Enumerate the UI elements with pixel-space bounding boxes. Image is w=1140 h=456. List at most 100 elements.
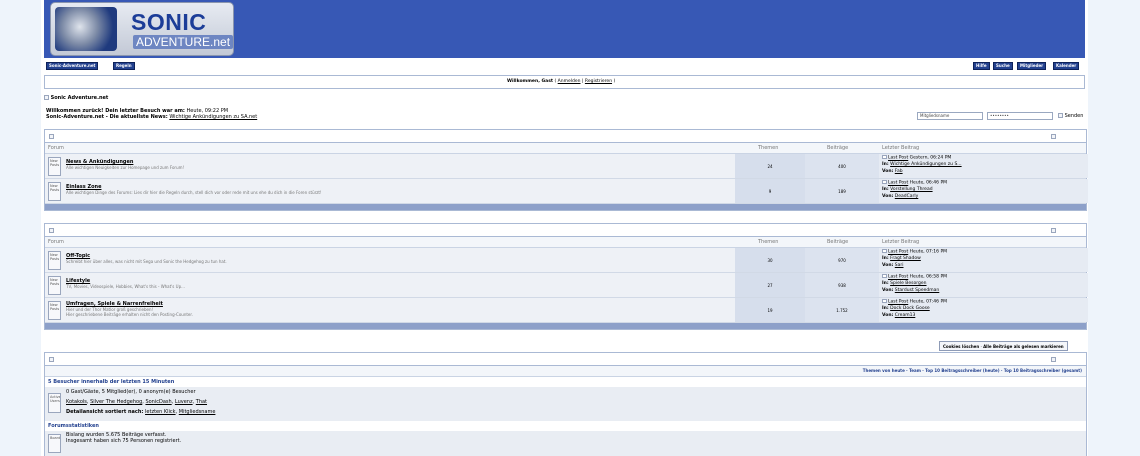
detail-view: Detailansicht sortiert nach: letzten Kli…	[66, 409, 216, 415]
new-posts-icon: New Posts	[48, 301, 61, 320]
online-user-link[interactable]: Kotakols	[66, 399, 87, 405]
board-stats-title-bar: Forumsstatistiken	[45, 421, 1086, 431]
post-count-cell: 938	[805, 273, 879, 297]
news-link[interactable]: Wichtige Ankündigungen zu SA.net	[169, 114, 257, 120]
forum-row: New Posts Off-Topic Schreibt hier über a…	[45, 248, 1088, 273]
last-post-user-link[interactable]: Stardust Speedman	[895, 288, 940, 293]
by-label: Von:	[882, 194, 894, 199]
new-posts-icon: New Posts	[48, 157, 61, 176]
thread-count-cell: 24	[735, 154, 805, 178]
password-input[interactable]: ••••••••	[987, 112, 1053, 120]
forum-description: Alle wichtigen Dinge des Forums: Lies di…	[66, 190, 322, 195]
nav-help-button[interactable]: Hilfe	[973, 62, 990, 70]
category-2-column-headers: Forum Themen Beiträge Letzter Beitrag	[45, 237, 1086, 248]
post-count: 189	[838, 189, 846, 194]
last-post-icon[interactable]	[882, 180, 887, 184]
thread-count: 27	[767, 283, 773, 288]
category-2-toggle-icon[interactable]	[1051, 228, 1056, 233]
last-post-user-link[interactable]: Cream13	[895, 313, 916, 318]
last-post-icon[interactable]	[882, 274, 887, 278]
online-user-link[interactable]: Silver The Hedgehog	[90, 399, 142, 405]
post-count: 400	[838, 164, 846, 169]
board-stats-icon: Board	[48, 434, 61, 453]
online-users: Kotakols, Silver The Hedgehog, SonicDash…	[66, 399, 208, 405]
forum-info-cell: New Posts Off-Topic Schreibt hier über a…	[45, 248, 735, 272]
last-post-thread-link[interactable]: Wichtige Ankündigungen zu S...	[890, 162, 961, 167]
sort-member-name-link[interactable]: Mitgliedsname	[179, 409, 216, 415]
mark-read-link[interactable]: Alle Beiträge als gelesen markieren	[983, 344, 1064, 349]
online-title: 5 Besucher innerhalb der letzten 15 Minu…	[48, 379, 175, 385]
last-post-cell: Last Post Heute, 07:16 PM In: Fragt Shad…	[879, 248, 1088, 272]
login-link[interactable]: Anmelden	[558, 79, 581, 84]
site-logo[interactable]: SONIC ADVENTURE.net	[50, 2, 234, 56]
nav-search-button[interactable]: Suche	[993, 62, 1013, 70]
welcome-greeting: Willkommen, Gast	[507, 79, 554, 84]
breadcrumb-title[interactable]: Sonic Adventure.net	[51, 95, 109, 101]
new-posts-icon: New Posts	[48, 276, 61, 295]
category-2: Forum Themen Beiträge Letzter Beitrag Ne…	[44, 223, 1088, 330]
online-user-link[interactable]: SonicDash	[145, 399, 171, 405]
username-input[interactable]: Mitgliedsname	[917, 112, 983, 120]
stats-toggle-icon[interactable]	[1051, 357, 1056, 362]
sonic-logo-icon	[55, 7, 117, 51]
forum-description: TV, Movies, Videospiele, Hobbies, What's…	[66, 284, 185, 289]
new-posts-icon: New Posts	[48, 182, 61, 201]
by-label: Von:	[882, 288, 894, 293]
last-post-thread-link[interactable]: Spiele Besorgen	[890, 281, 926, 286]
category-1-toggle-icon[interactable]	[1051, 134, 1056, 139]
col-last-post: Letzter Beitrag	[882, 239, 920, 245]
col-threads: Themen	[758, 239, 779, 245]
post-count-cell: 400	[805, 154, 879, 178]
register-link[interactable]: Registrieren	[585, 79, 612, 84]
online-user-link[interactable]: Luvenz	[175, 399, 193, 405]
category-2-collapse-icon[interactable]	[49, 228, 54, 233]
last-post-user-link[interactable]: DeadCarly	[895, 194, 919, 199]
post-count: 938	[838, 283, 846, 288]
category-1-column-headers: Forum Themen Beiträge Letzter Beitrag	[45, 143, 1086, 154]
last-post-thread-link[interactable]: Dock Dock Goose	[890, 306, 930, 311]
last-post-cell: Last Post Heute, 07:46 PM In: Dock Dock …	[879, 298, 1088, 322]
category-1-collapse-icon[interactable]	[49, 134, 54, 139]
welcome-paren-close: )	[613, 79, 616, 84]
stats-collapse-icon[interactable]	[49, 357, 54, 362]
submit-image-icon	[1058, 113, 1063, 118]
col-forum: Forum	[48, 145, 64, 151]
last-post-alt[interactable]: Last Post	[888, 181, 908, 186]
post-count-cell: 970	[805, 248, 879, 272]
stats-links[interactable]: Themen von heute · Team · Top 10 Beitrag…	[863, 368, 1082, 374]
forum-row: New Posts Umfragen, Spiele & Narrenfreih…	[45, 298, 1088, 323]
last-post-alt[interactable]: Last Post	[888, 300, 908, 305]
nav-home-button[interactable]: Sonic-Adventure.net	[46, 62, 99, 70]
forum-info-cell: New Posts Einlass Zone Alle wichtigen Di…	[45, 179, 735, 203]
last-post-icon[interactable]	[882, 155, 887, 159]
active-users-icon: Active Users	[48, 393, 61, 413]
nav-members-button[interactable]: Mitglieder	[1017, 62, 1047, 70]
last-post-alt[interactable]: Last Post	[888, 250, 908, 255]
stats-links-bar: Themen von heute · Team · Top 10 Beitrag…	[45, 366, 1086, 377]
delete-cookies-link[interactable]: Cookies löschen	[943, 344, 979, 349]
last-post-alt[interactable]: Last Post	[888, 156, 908, 161]
site-header: SONIC ADVENTURE.net	[44, 0, 1085, 58]
page: SONIC ADVENTURE.net Sonic-Adventure.net …	[41, 0, 1088, 456]
last-post-date: Heute, 06:58 PM	[909, 274, 948, 280]
forum-row: New Posts Lifestyle TV, Movies, Videospi…	[45, 273, 1088, 298]
last-post-icon[interactable]	[882, 299, 887, 303]
logo-text-sonic: SONIC	[131, 9, 207, 35]
online-user-link[interactable]: That	[196, 399, 207, 405]
nav-rules-button[interactable]: Regeln	[113, 62, 135, 70]
thread-count-cell: 30	[735, 248, 805, 272]
nav-calendar-button[interactable]: Kalender	[1053, 62, 1080, 70]
col-posts: Beiträge	[827, 145, 849, 151]
last-post-thread-link[interactable]: Vorstellung Thread	[890, 187, 932, 192]
last-post-icon[interactable]	[882, 249, 887, 253]
last-post-alt[interactable]: Last Post	[888, 275, 908, 280]
thread-count-cell: 27	[735, 273, 805, 297]
welcome-paren-open: (	[554, 79, 557, 84]
last-post-user-link[interactable]: Fab	[895, 169, 903, 174]
last-post-user-link[interactable]: Sari	[895, 263, 904, 268]
sort-last-click-link[interactable]: letzten Klick	[145, 409, 176, 415]
login-submit-button[interactable]: Senden	[1058, 113, 1083, 119]
last-post-thread-link[interactable]: Fragt Shadow	[890, 256, 921, 261]
login-submit-label: Senden	[1064, 113, 1084, 119]
last-post-cell: Last Post Gestern, 06:24 PM In: Wichtige…	[879, 154, 1088, 178]
